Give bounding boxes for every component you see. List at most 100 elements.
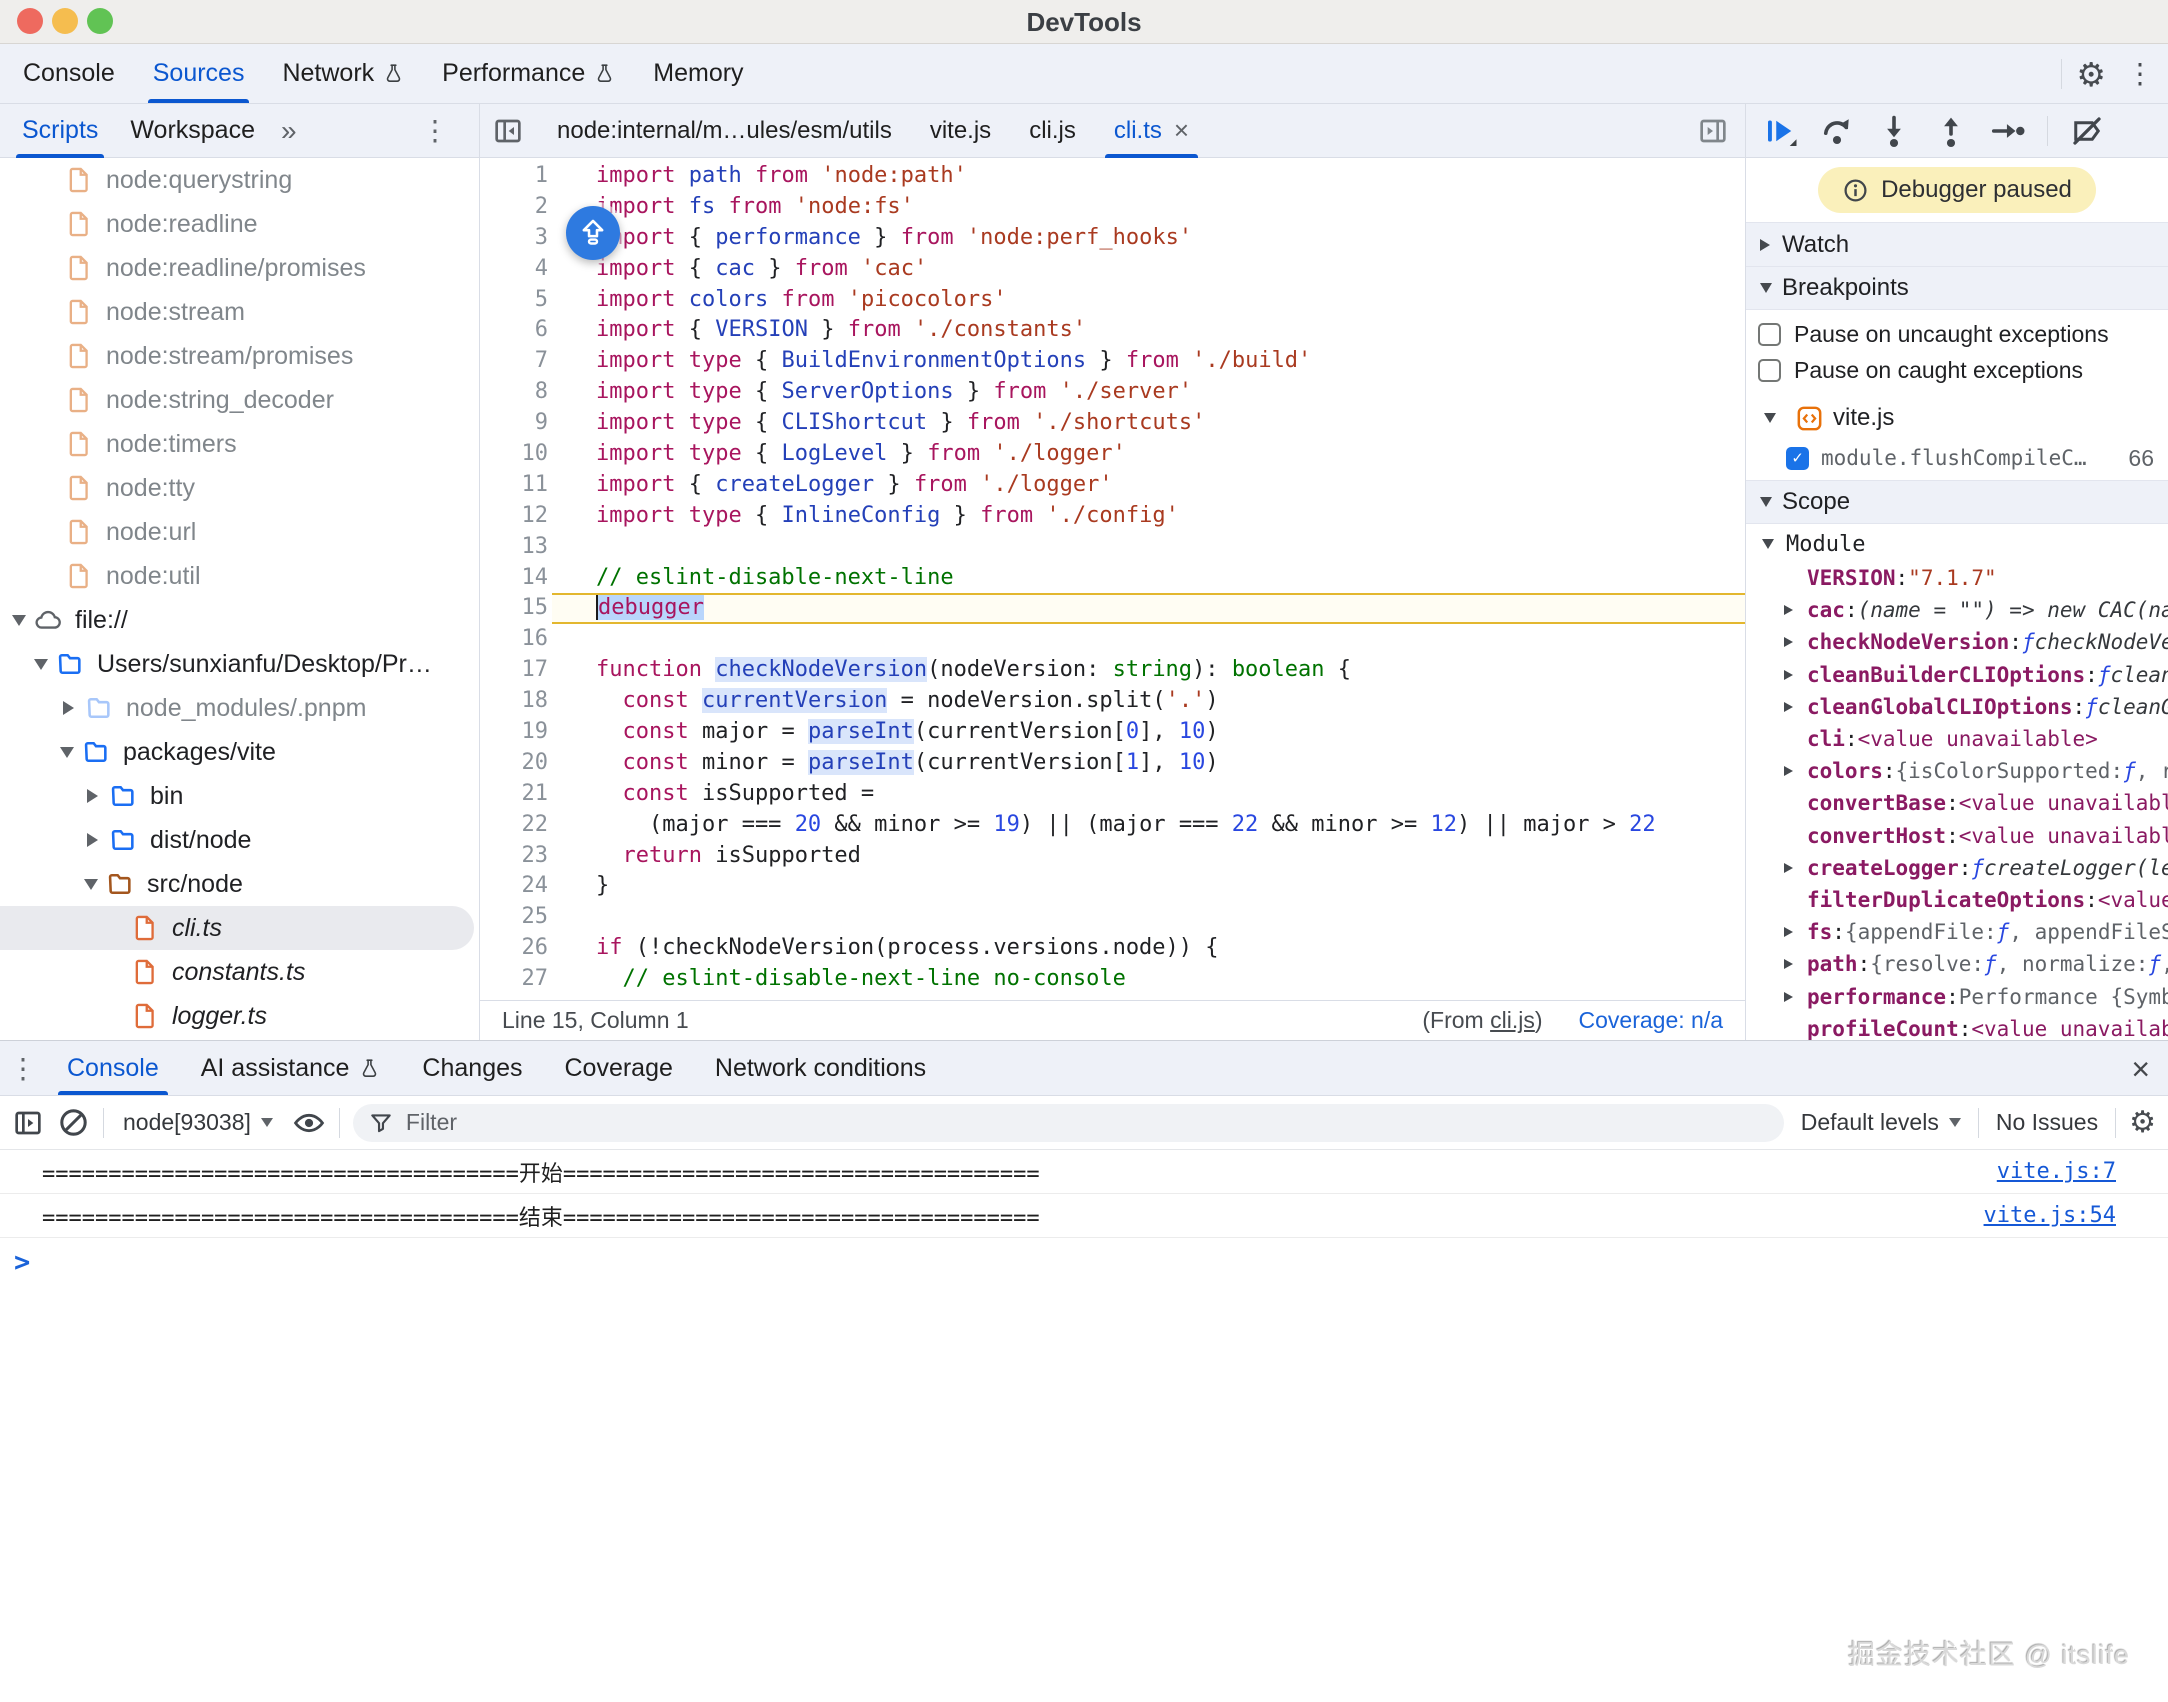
line-number[interactable]: 26 (480, 933, 552, 964)
code-area[interactable]: 1import path from 'node:path'2import fs … (480, 158, 1745, 1000)
chevron-right-icon[interactable] (1784, 605, 1793, 615)
tree-item-file[interactable]: file:// (0, 598, 479, 642)
chevron-right-icon[interactable] (1784, 670, 1793, 680)
clear-console-icon[interactable] (57, 1106, 90, 1139)
line-number[interactable]: 27 (480, 964, 552, 995)
tree-item-node-stream[interactable]: node:stream (0, 290, 479, 334)
tab-scripts[interactable]: Scripts (6, 104, 114, 158)
step-out-button[interactable] (1933, 113, 1969, 149)
resume-script-button[interactable] (1762, 113, 1798, 149)
line-number[interactable]: 6 (480, 315, 552, 346)
line-content[interactable]: // eslint-disable-next-line no-console (552, 964, 1745, 995)
show-console-sidebar-icon[interactable] (12, 1107, 44, 1139)
line-number[interactable]: 24 (480, 871, 552, 902)
tree-item-node-tty[interactable]: node:tty (0, 466, 479, 510)
line-number[interactable]: 12 (480, 501, 552, 532)
line-content[interactable]: import type { ServerOptions } from './se… (552, 377, 1745, 408)
line-content[interactable] (552, 532, 1745, 563)
tree-item-packages-vite[interactable]: packages/vite (0, 730, 479, 774)
tree-item-cli-ts[interactable]: cli.ts (0, 906, 474, 950)
scope-var-cleanbuilderclioptions[interactable]: cleanBuilderCLIOptions: ƒ cleanBuilderCL… (1746, 659, 2168, 691)
line-number[interactable]: 11 (480, 470, 552, 501)
chevron-right-icon[interactable] (1784, 959, 1793, 969)
drawer-tab-ai-assistance[interactable]: AI assistance (180, 1041, 402, 1095)
close-tab-icon[interactable]: × (1174, 115, 1189, 146)
breakpoint-file-group[interactable]: vite.js (1746, 398, 2168, 438)
tree-item-node-util[interactable]: node:util (0, 554, 479, 598)
tree-item-users-sunxianfu-desktop-pr[interactable]: Users/sunxianfu/Desktop/Pr… (0, 642, 479, 686)
tree-item-node-readline[interactable]: node:readline (0, 202, 479, 246)
tree-item-node-querystring[interactable]: node:querystring (0, 158, 479, 202)
line-content[interactable]: import type { CLIShortcut } from './shor… (552, 408, 1745, 439)
line-content[interactable]: import colors from 'picocolors' (552, 285, 1745, 316)
line-content[interactable]: import fs from 'node:fs' (552, 192, 1745, 223)
step-over-button[interactable] (1819, 113, 1855, 149)
scope-var-version[interactable]: VERSION: "7.1.7" (1746, 562, 2168, 594)
tree-item-dist-node[interactable]: dist/node (0, 818, 479, 862)
line-number[interactable]: 3 (480, 223, 552, 254)
line-content[interactable]: (major === 20 && minor >= 19) || (major … (552, 810, 1745, 841)
line-content[interactable] (552, 624, 1745, 655)
console-filter[interactable] (353, 1104, 1784, 1142)
line-number[interactable]: 22 (480, 810, 552, 841)
line-content[interactable]: const minor = parseInt(currentVersion[1]… (552, 748, 1745, 779)
filter-input[interactable] (406, 1109, 1769, 1136)
chevron-down-icon[interactable] (12, 615, 26, 626)
line-number[interactable]: 23 (480, 841, 552, 872)
line-content[interactable]: import path from 'node:path' (552, 161, 1745, 192)
line-number[interactable]: 10 (480, 439, 552, 470)
tree-item-node-timers[interactable]: node:timers (0, 422, 479, 466)
deactivate-breakpoints-button[interactable] (2069, 113, 2105, 149)
tab-workspace[interactable]: Workspace (114, 104, 271, 158)
drawer-tab-changes[interactable]: Changes (401, 1041, 543, 1095)
line-content[interactable]: if (!checkNodeVersion(process.versions.n… (552, 933, 1745, 964)
line-content[interactable]: import { createLogger } from './logger' (552, 470, 1745, 501)
line-number[interactable]: 18 (480, 686, 552, 717)
more-tabs-chevron-icon[interactable]: » (271, 115, 307, 147)
line-content[interactable]: import type { InlineConfig } from './con… (552, 501, 1745, 532)
close-drawer-icon[interactable]: × (2131, 1041, 2150, 1097)
tree-item-node-readline-promises[interactable]: node:readline/promises (0, 246, 479, 290)
chevron-right-icon[interactable] (1784, 637, 1793, 647)
chevron-right-icon[interactable] (63, 701, 74, 715)
tree-item-logger-ts[interactable]: logger.ts (0, 994, 479, 1038)
chevron-right-icon[interactable] (1784, 863, 1793, 873)
checkbox-unchecked[interactable] (1758, 359, 1781, 382)
issues-counter[interactable]: No Issues (1992, 1109, 2102, 1136)
line-number[interactable]: 16 (480, 624, 552, 655)
line-content[interactable]: function checkNodeVersion(nodeVersion: s… (552, 655, 1745, 686)
tree-item-node-modules-pnpm[interactable]: node_modules/.pnpm (0, 686, 479, 730)
line-number[interactable]: 20 (480, 748, 552, 779)
line-number[interactable]: 15 (480, 593, 552, 624)
scope-var-performance[interactable]: performance: Performance {Symbol(kHandle… (1746, 980, 2168, 1012)
drawer-tab-coverage[interactable]: Coverage (544, 1041, 694, 1095)
scope-var-path[interactable]: path: {resolve: ƒ, normalize: ƒ, …} (1746, 948, 2168, 980)
chevron-right-icon[interactable] (87, 833, 98, 847)
line-number[interactable]: 25 (480, 902, 552, 933)
drawer-tab-network-conditions[interactable]: Network conditions (694, 1041, 947, 1095)
line-content[interactable]: const isSupported = (552, 779, 1745, 810)
line-number[interactable]: 8 (480, 377, 552, 408)
line-number[interactable]: 1 (480, 161, 552, 192)
chevron-right-icon[interactable] (87, 789, 98, 803)
scope-var-cli[interactable]: cli: <value unavailable> (1746, 723, 2168, 755)
chevron-down-icon[interactable] (84, 879, 98, 890)
checkbox-unchecked[interactable] (1758, 323, 1781, 346)
collapse-panel-icon[interactable] (1697, 115, 1729, 147)
log-levels-selector[interactable]: Default levels (1797, 1109, 1965, 1136)
scope-var-createlogger[interactable]: createLogger: ƒ createLogger(level, opti… (1746, 852, 2168, 884)
source-location-link[interactable]: vite.js:7 (1997, 1159, 2116, 1184)
line-number[interactable]: 9 (480, 408, 552, 439)
tree-item-src-node[interactable]: src/node (0, 862, 479, 906)
scope-var-filterduplicateoptions[interactable]: filterDuplicateOptions: <value unavailab… (1746, 884, 2168, 916)
scope-var-fs[interactable]: fs: {appendFile: ƒ, appendFileSync: ƒ, …… (1746, 916, 2168, 948)
main-tab-memory[interactable]: Memory (634, 44, 762, 103)
line-number[interactable]: 5 (480, 285, 552, 316)
line-number[interactable]: 14 (480, 563, 552, 594)
line-content[interactable]: import type { BuildEnvironmentOptions } … (552, 346, 1745, 377)
main-tab-network[interactable]: Network (263, 44, 423, 103)
scope-module-group[interactable]: Module (1746, 526, 2168, 562)
line-number[interactable]: 7 (480, 346, 552, 377)
line-content[interactable]: const major = parseInt(currentVersion[0]… (552, 717, 1745, 748)
step-into-button[interactable] (1876, 113, 1912, 149)
